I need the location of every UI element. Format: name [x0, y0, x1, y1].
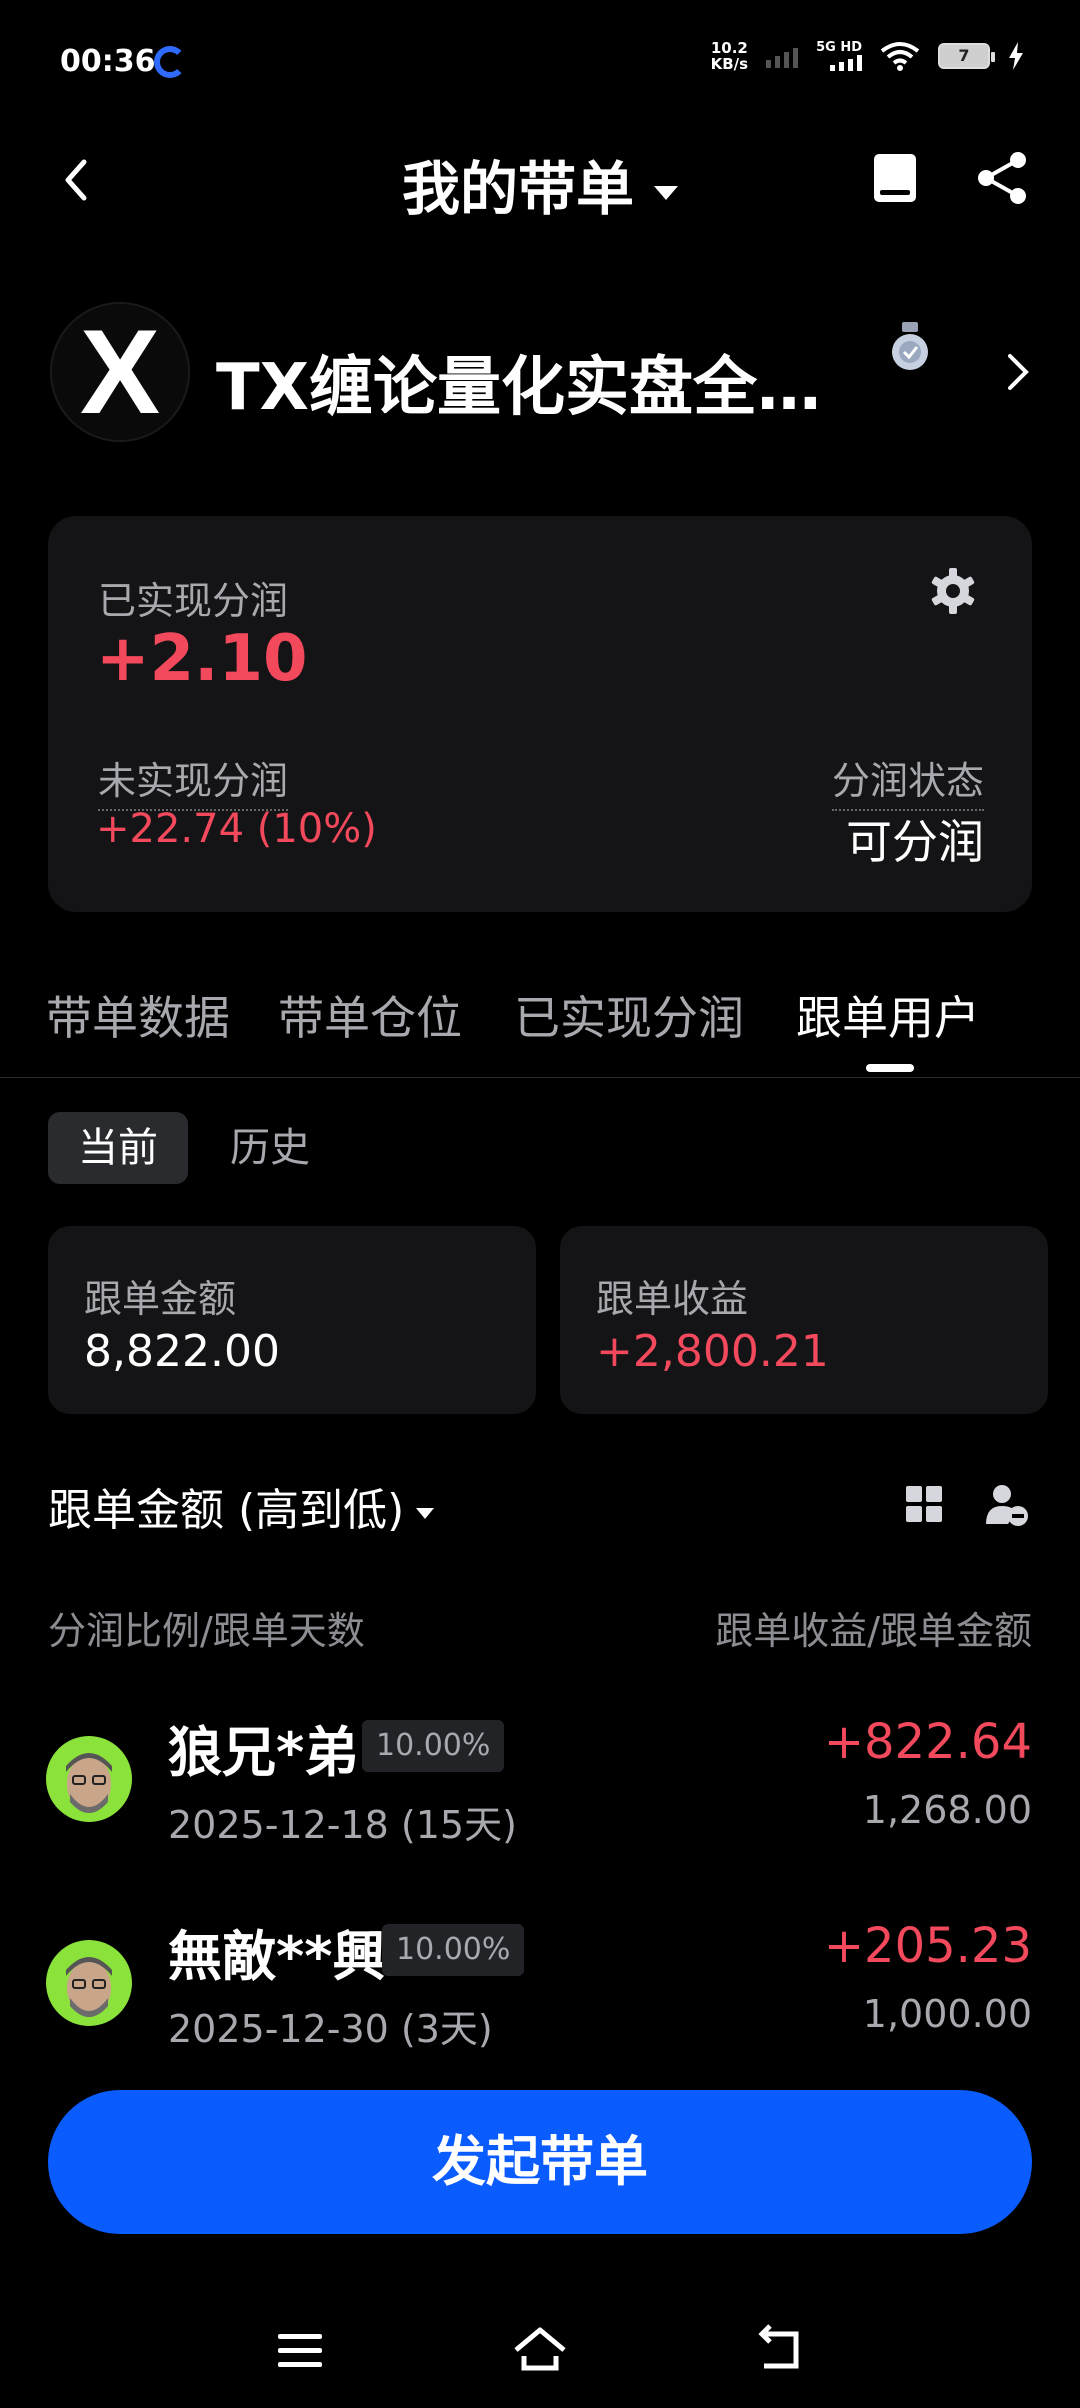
user-amount: 1,000.00: [862, 1992, 1032, 2036]
unrealized-profit-value: +22.74 (10%): [96, 806, 377, 852]
back-icon[interactable]: [750, 2320, 810, 2380]
tab-realized-profit[interactable]: 已实现分润: [514, 982, 744, 1048]
ratio-badge: 10.00%: [362, 1720, 505, 1772]
segment-history[interactable]: 历史: [230, 1112, 310, 1184]
list-item[interactable]: 無敵**興 10.00% 2025-12-30 (3天) +205.23 1,0…: [0, 1902, 1080, 2082]
active-tab-indicator: [866, 1064, 914, 1072]
user-name: 無敵**興: [168, 1925, 387, 1988]
user-profit: +822.64: [823, 1714, 1032, 1770]
grid-view-icon[interactable]: [904, 1484, 944, 1524]
chevron-right-icon[interactable]: [1000, 350, 1036, 394]
share-icon[interactable]: [972, 148, 1032, 208]
charging-icon: [1009, 42, 1023, 70]
user-date: 2025-12-30 (3天): [168, 2007, 493, 2051]
google-icon: [154, 46, 186, 78]
network-speed: 10.2 KB/s: [710, 39, 749, 73]
gear-icon[interactable]: [928, 566, 978, 616]
system-nav-bar: [0, 2290, 1080, 2408]
profit-status-value: 可分润: [846, 815, 984, 869]
battery-icon: 7: [938, 43, 995, 69]
user-name: 狼兄*弟: [168, 1721, 359, 1784]
unrealized-profit-label[interactable]: 未实现分润: [98, 750, 289, 811]
tab-trading-data[interactable]: 带单数据: [46, 982, 230, 1048]
sort-dropdown[interactable]: 跟单金额 (高到低): [48, 1474, 435, 1538]
tab-copy-users[interactable]: 跟单用户: [796, 982, 980, 1048]
home-icon[interactable]: [510, 2320, 570, 2380]
signal-strong-icon: [830, 55, 862, 71]
copy-amount-label: 跟单金额: [84, 1277, 237, 1321]
ratio-badge: 10.00%: [382, 1924, 525, 1976]
segment-current[interactable]: 当前: [48, 1112, 188, 1184]
medal-icon[interactable]: [888, 322, 932, 374]
copy-amount-value: 8,822.00: [84, 1326, 280, 1377]
header: 我的带单: [0, 130, 1080, 230]
realized-profit-value: +2.10: [96, 622, 308, 696]
realized-profit-label: 已实现分润: [98, 579, 289, 623]
profit-summary-card: 已实现分润 +2.10 未实现分润 +22.74 (10%) 分润状态 可分润: [48, 516, 1032, 912]
menu-icon[interactable]: [270, 2320, 330, 2380]
avatar: [46, 1736, 132, 1822]
tab-positions[interactable]: 带单仓位: [278, 982, 462, 1048]
avatar: [46, 1940, 132, 2026]
status-time: 00:36: [60, 44, 156, 79]
caret-down-icon[interactable]: [416, 1507, 435, 1519]
chevron-down-icon[interactable]: [654, 185, 678, 200]
tab-bar: 带单数据 带单仓位 已实现分润 跟单用户: [0, 982, 1080, 1078]
wifi-icon: [880, 42, 920, 71]
book-icon[interactable]: [868, 150, 924, 206]
signal-5g: 5G HD: [816, 41, 862, 71]
copy-profit-value: +2,800.21: [596, 1326, 829, 1377]
list-item[interactable]: 狼兄*弟 10.00% 2025-12-18 (15天) +822.64 1,2…: [0, 1698, 1080, 1878]
copy-profit-label: 跟单收益: [596, 1277, 749, 1321]
column-header-left: 分润比例/跟单天数: [48, 1609, 365, 1653]
trader-avatar[interactable]: X: [50, 302, 190, 442]
start-copy-trade-button[interactable]: 发起带单: [48, 2090, 1032, 2234]
status-icons: 10.2 KB/s 5G HD 7: [711, 40, 1024, 72]
trader-name[interactable]: TX缠论量化实盘全…: [216, 336, 821, 428]
status-bar: 00:36 10.2 KB/s 5G HD 7: [0, 0, 1080, 130]
copy-profit-card: 跟单收益 +2,800.21: [560, 1226, 1048, 1414]
user-amount: 1,268.00: [862, 1788, 1032, 1832]
user-profit: +205.23: [823, 1918, 1032, 1974]
copy-amount-card: 跟单金额 8,822.00: [48, 1226, 536, 1414]
remove-user-icon[interactable]: [984, 1482, 1030, 1528]
profit-status-label[interactable]: 分润状态: [831, 750, 984, 811]
user-date: 2025-12-18 (15天): [168, 1803, 517, 1847]
column-header-right: 跟单收益/跟单金额: [715, 1609, 1032, 1653]
signal-weak-icon: [766, 44, 799, 68]
